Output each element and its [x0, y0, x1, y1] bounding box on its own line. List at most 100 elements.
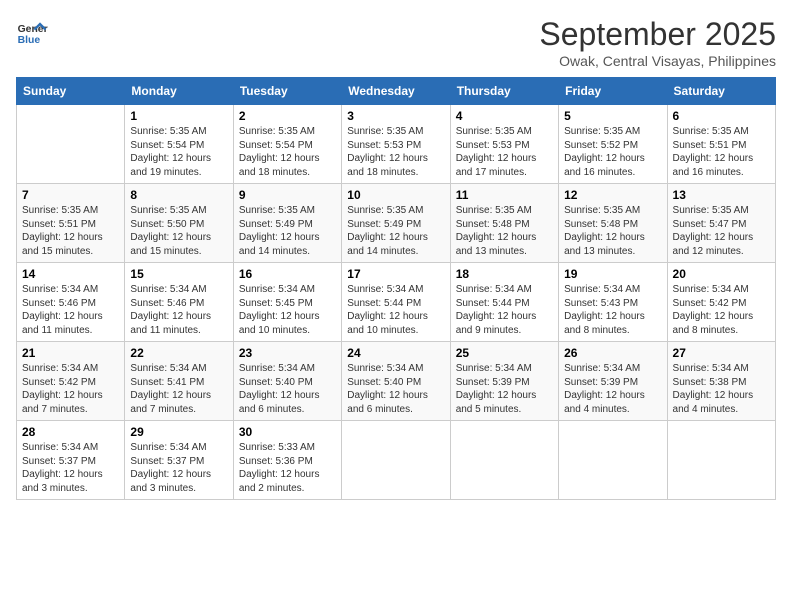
calendar-cell: 1 Sunrise: 5:35 AMSunset: 5:54 PMDaylight… [125, 105, 233, 184]
day-info: Sunrise: 5:34 AMSunset: 5:41 PMDaylight:… [130, 362, 227, 416]
day-number: 28 [22, 425, 119, 439]
day-info: Sunrise: 5:34 AMSunset: 5:38 PMDaylight:… [673, 362, 770, 416]
day-number: 13 [673, 188, 770, 202]
calendar-cell: 29 Sunrise: 5:34 AMSunset: 5:37 PMDayligh… [125, 421, 233, 500]
page-header: General Blue September 2025 Owak, Centra… [16, 16, 776, 69]
calendar-cell: 6 Sunrise: 5:35 AMSunset: 5:51 PMDaylight… [667, 105, 775, 184]
day-number: 19 [564, 267, 661, 281]
calendar-week-1: 1 Sunrise: 5:35 AMSunset: 5:54 PMDaylight… [17, 105, 776, 184]
calendar-table: SundayMondayTuesdayWednesdayThursdayFrid… [16, 77, 776, 500]
day-header-friday: Friday [559, 78, 667, 105]
day-number: 3 [347, 109, 444, 123]
day-number: 6 [673, 109, 770, 123]
month-title: September 2025 [539, 16, 776, 53]
calendar-cell [342, 421, 450, 500]
day-info: Sunrise: 5:34 AMSunset: 5:37 PMDaylight:… [22, 441, 119, 495]
calendar-header-row: SundayMondayTuesdayWednesdayThursdayFrid… [17, 78, 776, 105]
day-header-monday: Monday [125, 78, 233, 105]
calendar-cell: 13 Sunrise: 5:35 AMSunset: 5:47 PMDayligh… [667, 184, 775, 263]
day-header-thursday: Thursday [450, 78, 558, 105]
day-header-sunday: Sunday [17, 78, 125, 105]
day-info: Sunrise: 5:35 AMSunset: 5:54 PMDaylight:… [130, 125, 227, 179]
day-number: 21 [22, 346, 119, 360]
day-info: Sunrise: 5:34 AMSunset: 5:46 PMDaylight:… [130, 283, 227, 337]
day-info: Sunrise: 5:35 AMSunset: 5:48 PMDaylight:… [456, 204, 553, 258]
day-info: Sunrise: 5:35 AMSunset: 5:53 PMDaylight:… [456, 125, 553, 179]
day-number: 8 [130, 188, 227, 202]
location-subtitle: Owak, Central Visayas, Philippines [539, 53, 776, 69]
title-block: September 2025 Owak, Central Visayas, Ph… [539, 16, 776, 69]
calendar-cell: 22 Sunrise: 5:34 AMSunset: 5:41 PMDayligh… [125, 342, 233, 421]
day-number: 17 [347, 267, 444, 281]
day-info: Sunrise: 5:34 AMSunset: 5:42 PMDaylight:… [673, 283, 770, 337]
day-header-wednesday: Wednesday [342, 78, 450, 105]
day-info: Sunrise: 5:35 AMSunset: 5:49 PMDaylight:… [347, 204, 444, 258]
day-info: Sunrise: 5:34 AMSunset: 5:44 PMDaylight:… [456, 283, 553, 337]
day-info: Sunrise: 5:35 AMSunset: 5:52 PMDaylight:… [564, 125, 661, 179]
day-info: Sunrise: 5:35 AMSunset: 5:51 PMDaylight:… [673, 125, 770, 179]
calendar-cell [450, 421, 558, 500]
day-info: Sunrise: 5:33 AMSunset: 5:36 PMDaylight:… [239, 441, 336, 495]
day-number: 1 [130, 109, 227, 123]
calendar-cell: 20 Sunrise: 5:34 AMSunset: 5:42 PMDayligh… [667, 263, 775, 342]
day-number: 26 [564, 346, 661, 360]
calendar-cell: 17 Sunrise: 5:34 AMSunset: 5:44 PMDayligh… [342, 263, 450, 342]
calendar-cell [667, 421, 775, 500]
day-info: Sunrise: 5:35 AMSunset: 5:54 PMDaylight:… [239, 125, 336, 179]
day-info: Sunrise: 5:34 AMSunset: 5:45 PMDaylight:… [239, 283, 336, 337]
day-number: 2 [239, 109, 336, 123]
day-number: 27 [673, 346, 770, 360]
calendar-cell: 8 Sunrise: 5:35 AMSunset: 5:50 PMDaylight… [125, 184, 233, 263]
day-info: Sunrise: 5:34 AMSunset: 5:44 PMDaylight:… [347, 283, 444, 337]
logo-icon: General Blue [16, 16, 48, 48]
day-number: 20 [673, 267, 770, 281]
day-number: 15 [130, 267, 227, 281]
day-number: 24 [347, 346, 444, 360]
day-header-saturday: Saturday [667, 78, 775, 105]
calendar-cell: 27 Sunrise: 5:34 AMSunset: 5:38 PMDayligh… [667, 342, 775, 421]
day-info: Sunrise: 5:34 AMSunset: 5:42 PMDaylight:… [22, 362, 119, 416]
day-number: 29 [130, 425, 227, 439]
day-number: 10 [347, 188, 444, 202]
calendar-cell: 3Sunrise: 5:35 AMSunset: 5:53 PMDaylight… [342, 105, 450, 184]
day-info: Sunrise: 5:35 AMSunset: 5:48 PMDaylight:… [564, 204, 661, 258]
calendar-cell: 15 Sunrise: 5:34 AMSunset: 5:46 PMDayligh… [125, 263, 233, 342]
day-info: Sunrise: 5:34 AMSunset: 5:37 PMDaylight:… [130, 441, 227, 495]
calendar-cell: 9Sunrise: 5:35 AMSunset: 5:49 PMDaylight… [233, 184, 341, 263]
day-number: 4 [456, 109, 553, 123]
calendar-cell: 10 Sunrise: 5:35 AMSunset: 5:49 PMDayligh… [342, 184, 450, 263]
day-number: 30 [239, 425, 336, 439]
calendar-cell: 16 Sunrise: 5:34 AMSunset: 5:45 PMDayligh… [233, 263, 341, 342]
day-number: 5 [564, 109, 661, 123]
day-info: Sunrise: 5:34 AMSunset: 5:46 PMDaylight:… [22, 283, 119, 337]
day-info: Sunrise: 5:35 AMSunset: 5:49 PMDaylight:… [239, 204, 336, 258]
day-info: Sunrise: 5:34 AMSunset: 5:39 PMDaylight:… [564, 362, 661, 416]
calendar-week-3: 14Sunrise: 5:34 AMSunset: 5:46 PMDayligh… [17, 263, 776, 342]
calendar-cell [17, 105, 125, 184]
day-info: Sunrise: 5:34 AMSunset: 5:43 PMDaylight:… [564, 283, 661, 337]
calendar-cell: 11Sunrise: 5:35 AMSunset: 5:48 PMDayligh… [450, 184, 558, 263]
logo: General Blue [16, 16, 48, 48]
day-header-tuesday: Tuesday [233, 78, 341, 105]
day-number: 16 [239, 267, 336, 281]
day-info: Sunrise: 5:35 AMSunset: 5:47 PMDaylight:… [673, 204, 770, 258]
calendar-week-4: 21 Sunrise: 5:34 AMSunset: 5:42 PMDayligh… [17, 342, 776, 421]
calendar-cell: 14Sunrise: 5:34 AMSunset: 5:46 PMDayligh… [17, 263, 125, 342]
calendar-cell: 19 Sunrise: 5:34 AMSunset: 5:43 PMDayligh… [559, 263, 667, 342]
day-number: 25 [456, 346, 553, 360]
day-number: 18 [456, 267, 553, 281]
day-info: Sunrise: 5:35 AMSunset: 5:51 PMDaylight:… [22, 204, 119, 258]
calendar-body: 1 Sunrise: 5:35 AMSunset: 5:54 PMDaylight… [17, 105, 776, 500]
day-info: Sunrise: 5:34 AMSunset: 5:39 PMDaylight:… [456, 362, 553, 416]
calendar-cell [559, 421, 667, 500]
day-info: Sunrise: 5:35 AMSunset: 5:50 PMDaylight:… [130, 204, 227, 258]
calendar-week-2: 7 Sunrise: 5:35 AMSunset: 5:51 PMDaylight… [17, 184, 776, 263]
day-number: 12 [564, 188, 661, 202]
day-number: 7 [22, 188, 119, 202]
calendar-week-5: 28 Sunrise: 5:34 AMSunset: 5:37 PMDayligh… [17, 421, 776, 500]
day-number: 22 [130, 346, 227, 360]
calendar-cell: 4 Sunrise: 5:35 AMSunset: 5:53 PMDaylight… [450, 105, 558, 184]
calendar-cell: 21 Sunrise: 5:34 AMSunset: 5:42 PMDayligh… [17, 342, 125, 421]
calendar-cell: 26 Sunrise: 5:34 AMSunset: 5:39 PMDayligh… [559, 342, 667, 421]
calendar-cell: 12 Sunrise: 5:35 AMSunset: 5:48 PMDayligh… [559, 184, 667, 263]
